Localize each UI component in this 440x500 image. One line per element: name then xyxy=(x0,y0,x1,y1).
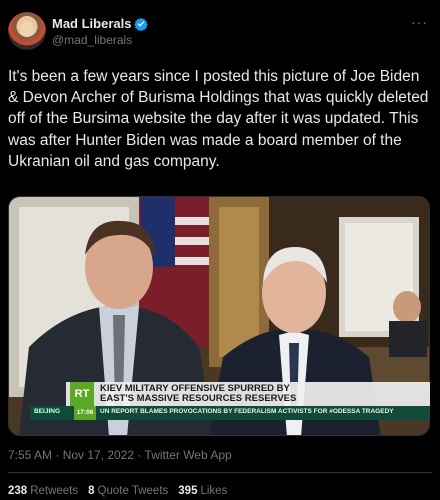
tweet-card: Mad Liberals @mad_liberals ··· It's been… xyxy=(0,0,440,500)
rt-logo: RT xyxy=(70,382,94,406)
author-name-row[interactable]: Mad Liberals xyxy=(52,16,149,31)
likes-stat[interactable]: 395 Likes xyxy=(178,485,227,497)
avatar[interactable] xyxy=(8,12,46,50)
divider xyxy=(8,472,432,473)
likes-label: Likes xyxy=(200,485,228,497)
quote-tweets-stat[interactable]: 8 Quote Tweets xyxy=(88,485,168,497)
author-display-name[interactable]: Mad Liberals xyxy=(52,16,131,31)
subbar-time: 17:06 xyxy=(74,406,96,420)
engagement-stats: 238 Retweets 8 Quote Tweets 395 Likes xyxy=(8,485,227,497)
quotes-label: Quote Tweets xyxy=(97,485,169,497)
retweets-stat[interactable]: 238 Retweets xyxy=(8,485,78,497)
retweets-count: 238 xyxy=(8,485,28,497)
author-handle[interactable]: @mad_liberals xyxy=(52,33,132,47)
tweet-timestamp[interactable]: 7:55 AM · Nov 17, 2022 · Twitter Web App xyxy=(8,448,232,462)
news-headline: KIEV MILITARY OFFENSIVE SPURRED BY EAST'… xyxy=(100,384,426,404)
tweet-header: Mad Liberals @mad_liberals ··· xyxy=(8,12,432,52)
likes-count: 395 xyxy=(178,485,198,497)
avatar-face xyxy=(20,21,34,37)
headline-line-2: EAST'S MASSIVE RESOURCES RESERVES xyxy=(100,393,297,404)
quotes-count: 8 xyxy=(88,485,95,497)
retweets-label: Retweets xyxy=(30,485,79,497)
more-options-icon[interactable]: ··· xyxy=(411,14,428,30)
verified-badge-icon xyxy=(134,17,149,31)
tweet-text: It's been a few years since I posted thi… xyxy=(8,68,429,170)
subbar-location: BEIJING xyxy=(34,408,61,415)
subbar-text: UN REPORT BLAMES PROVOCATIONS BY FEDERAL… xyxy=(100,408,394,415)
